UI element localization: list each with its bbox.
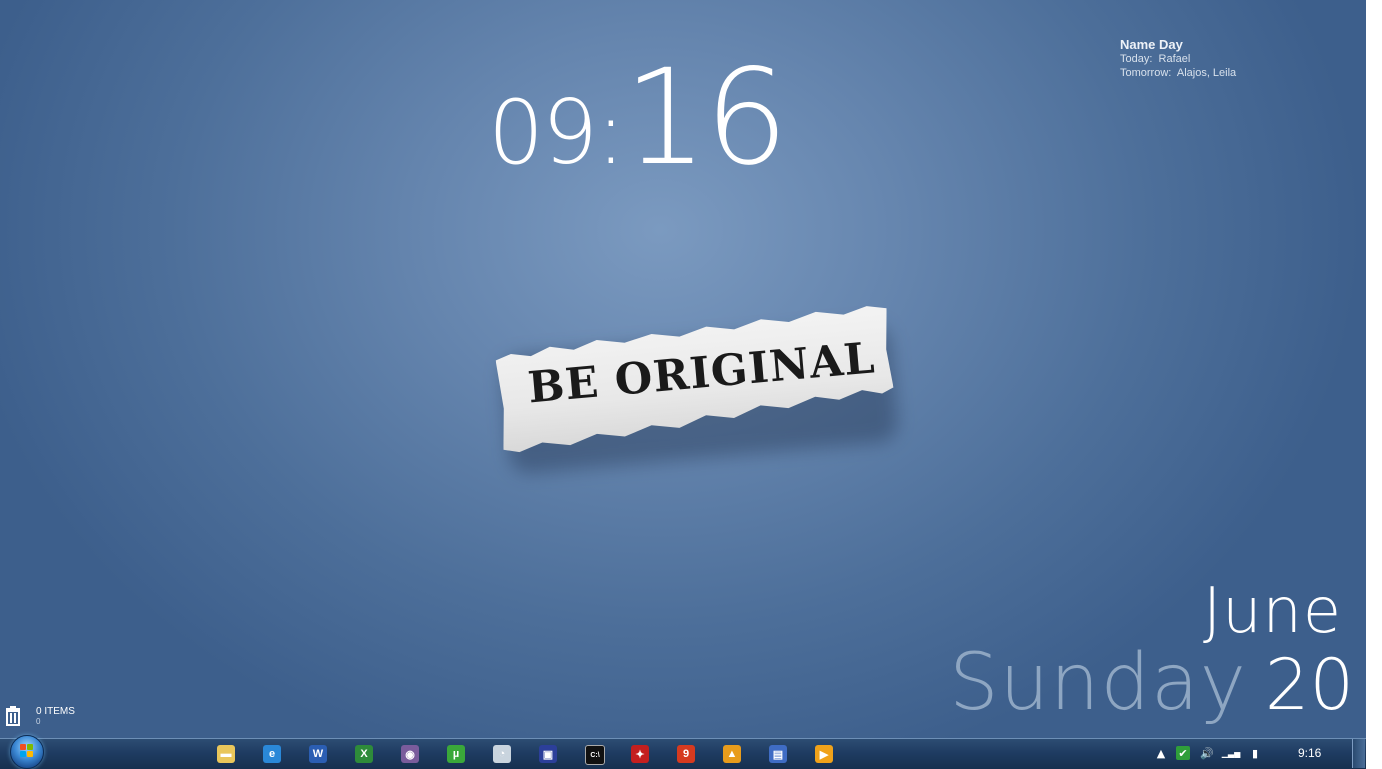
nameday-widget: Name Day Today: Rafael Tomorrow: Alajos,… (1120, 37, 1236, 80)
show-desktop-button[interactable] (1352, 739, 1365, 768)
remote-desktop-icon[interactable]: ▤ (769, 745, 787, 763)
acrobat-reader-icon[interactable]: ✦ (631, 745, 649, 763)
screen-edge (1366, 0, 1382, 768)
recycle-bin-icon[interactable] (4, 706, 22, 726)
show-hidden-icons-icon[interactable]: ▲ (1154, 746, 1168, 760)
nameday-tomorrow: Tomorrow: Alajos, Leila (1120, 66, 1236, 80)
excel-icon[interactable]: X (355, 745, 373, 763)
nameday-tomorrow-names: Alajos, Leila (1176, 67, 1237, 79)
nameday-today-label: Today: (1120, 53, 1153, 65)
taskbar-clock[interactable]: 9:16 (1298, 746, 1321, 760)
media-disc-icon[interactable]: ◉ (401, 745, 419, 763)
windows-flag-icon (20, 744, 34, 758)
media-player-icon[interactable]: ▶ (815, 745, 833, 763)
clock-minutes: 16 (623, 41, 789, 195)
recycle-bin-label: 0 ITEMS 0 (36, 706, 75, 726)
windows-explorer-icon[interactable]: ▬ (217, 745, 235, 763)
app-9-icon[interactable]: 9 (677, 745, 695, 763)
windows-orb-icon[interactable] (10, 735, 44, 769)
recycle-bin-widget[interactable]: 0 ITEMS 0 (4, 706, 75, 726)
word-icon[interactable]: W (309, 745, 327, 763)
security-check-icon[interactable]: ✔ (1176, 746, 1190, 760)
date-day-number: 20 (1264, 644, 1354, 726)
volume-icon[interactable]: 🔊 (1200, 746, 1214, 760)
recycle-bin-items: 0 ITEMS (36, 706, 75, 717)
utorrent-icon[interactable]: µ (447, 745, 465, 763)
start-button[interactable] (8, 735, 46, 769)
desktop-clock-widget: 09:16 (488, 52, 789, 184)
power-icon[interactable]: ▮ (1248, 746, 1262, 760)
date-month: June (1202, 574, 1342, 647)
desktop[interactable]: 09:16 Name Day Today: Rafael Tomorrow: A… (0, 0, 1366, 738)
warning-app-icon[interactable]: ▲ (723, 745, 741, 763)
command-prompt-icon[interactable]: C:\ (585, 745, 605, 765)
floppy-save-icon[interactable]: ▣ (539, 745, 557, 763)
nameday-today: Today: Rafael (1120, 52, 1236, 66)
recycle-bin-size: 0 (36, 717, 41, 726)
nameday-today-names: Rafael (1158, 53, 1191, 65)
network-signal-icon[interactable]: ▁▃▅ (1222, 746, 1240, 760)
date-weekday: Sunday (949, 638, 1247, 728)
internet-explorer-icon[interactable]: e (263, 745, 281, 763)
nameday-tomorrow-label: Tomorrow: (1120, 67, 1172, 79)
nameday-title: Name Day (1120, 37, 1183, 52)
speedometer-icon[interactable]: ◔ (493, 745, 511, 763)
date-day-line: Sunday 20 (949, 638, 1354, 728)
clock-hours: 09: (488, 81, 626, 184)
